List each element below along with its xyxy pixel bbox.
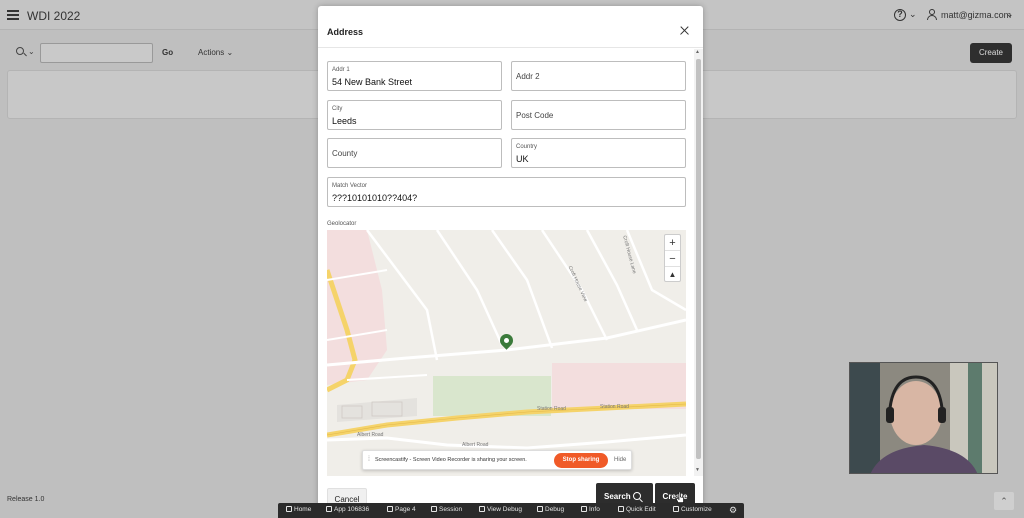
road-label: Station Road [537, 406, 566, 412]
road-label: Station Road [600, 404, 629, 410]
compass-icon[interactable]: ▲ [665, 267, 680, 283]
match-vector-field[interactable]: Match Vector ???10101010??404? [327, 177, 686, 207]
sharing-message: Screencastify - Screen Video Recorder is… [375, 457, 527, 463]
dev-item-label: Home [294, 506, 312, 513]
dev-customize-button[interactable]: Customize [673, 506, 712, 513]
actions-label: Actions [198, 48, 225, 57]
scrollbar-thumb[interactable] [696, 59, 701, 459]
dev-session-button[interactable]: Session [431, 506, 462, 513]
webcam-person-image [850, 363, 997, 473]
dev-item-label: Customize [681, 506, 712, 513]
dev-app-button[interactable]: App 106836 [326, 506, 369, 513]
road-label: Albert Road [462, 442, 489, 448]
dialog-scrollbar[interactable]: ▲ ▼ [694, 49, 703, 476]
country-label: Country [516, 144, 538, 150]
scroll-to-top-button[interactable]: ⌃ [994, 492, 1014, 510]
menu-icon[interactable] [7, 10, 19, 20]
bug-icon [537, 506, 543, 512]
quick-edit-icon [618, 506, 624, 512]
chevron-down-icon[interactable]: ⌄ [28, 47, 35, 56]
chevron-down-icon[interactable]: ⌄ [909, 9, 917, 20]
actions-menu-button[interactable]: Actions ⌄ [198, 48, 233, 57]
hide-button[interactable]: Hide [614, 457, 626, 463]
drag-handle-icon[interactable]: ⁞ [368, 456, 370, 463]
postcode-label: Post Code [516, 111, 554, 120]
city-value: Leeds [332, 116, 357, 126]
dev-item-label: Page 4 [395, 506, 416, 513]
dev-view-debug-button[interactable]: View Debug [479, 506, 522, 513]
stop-sharing-button[interactable]: Stop sharing [554, 453, 608, 468]
county-field[interactable]: County [327, 138, 502, 168]
postcode-field[interactable]: Post Code [511, 100, 686, 130]
addr1-value: 54 New Bank Street [332, 77, 413, 87]
create-button[interactable]: Create [970, 43, 1012, 63]
dev-item-label: App 106836 [334, 506, 370, 513]
dev-quick-edit-button[interactable]: Quick Edit [618, 506, 656, 513]
page-icon [387, 506, 393, 512]
zoom-out-button[interactable]: − [665, 251, 680, 267]
map-zoom-controls: + − ▲ [664, 234, 681, 282]
addr2-field[interactable]: Addr 2 [511, 61, 686, 91]
release-label: Release 1.0 [7, 496, 45, 503]
dev-item-label: View Debug [487, 506, 522, 513]
user-icon[interactable] [927, 9, 937, 21]
session-icon [431, 506, 437, 512]
dev-item-label: Quick Edit [626, 506, 656, 513]
city-field[interactable]: City Leeds [327, 100, 502, 130]
dev-page-button[interactable]: Page 4 [387, 506, 416, 513]
road-label: Albert Road [357, 432, 384, 438]
dev-item-label: Debug [545, 506, 565, 513]
dialog-body: Addr 1 54 New Bank Street Addr 2 City Le… [318, 49, 694, 476]
screencastify-banner: ⁞ Screencastify - Screen Video Recorder … [362, 450, 632, 470]
dialog-header: Address [318, 6, 703, 48]
country-value: UK [516, 154, 529, 164]
search-button-label: Search [604, 492, 631, 501]
match-vector-value: ???10101010??404? [332, 193, 418, 203]
country-field[interactable]: Country UK [511, 138, 686, 168]
app-title[interactable]: WDI 2022 [27, 9, 80, 23]
scroll-up-icon[interactable]: ▲ [695, 49, 700, 55]
view-debug-icon [479, 506, 485, 512]
dev-info-button[interactable]: Info [581, 506, 600, 513]
addr1-field[interactable]: Addr 1 54 New Bank Street [327, 61, 502, 91]
dev-item-label: Info [589, 506, 600, 513]
city-label: City [332, 106, 343, 112]
dev-debug-button[interactable]: Debug [537, 506, 564, 513]
webcam-overlay [849, 362, 998, 474]
gear-icon[interactable]: ⚙ [729, 505, 737, 516]
search-icon [633, 492, 644, 503]
go-button[interactable]: Go [162, 48, 173, 57]
info-icon [581, 506, 587, 512]
hand-cursor-icon [676, 492, 684, 503]
match-vector-label: Match Vector [332, 183, 368, 189]
help-icon[interactable]: ? [894, 9, 906, 21]
user-menu[interactable]: matt@gizma.com [941, 10, 1011, 20]
scroll-down-icon[interactable]: ▼ [695, 467, 700, 473]
geolocator-map[interactable]: Station Road Station Road Albert Road Al… [327, 230, 686, 476]
addr1-label: Addr 1 [332, 67, 350, 73]
address-dialog: Address Addr 1 54 New Bank Street Addr 2… [318, 6, 703, 510]
developer-toolbar: Home App 106836 Page 4 Session View Debu… [278, 503, 744, 518]
close-icon[interactable] [679, 26, 689, 36]
dev-home-button[interactable]: Home [286, 506, 311, 513]
dialog-title: Address [327, 27, 364, 37]
customize-icon [673, 506, 679, 512]
report-search-input[interactable] [40, 43, 153, 63]
dev-item-label: Session [439, 506, 463, 513]
chevron-down-icon[interactable]: ⌄ [1006, 9, 1014, 20]
home-icon [286, 506, 292, 512]
geolocator-label: Geolocator [327, 221, 357, 227]
search-icon[interactable] [16, 47, 27, 57]
zoom-in-button[interactable]: + [665, 235, 680, 251]
county-label: County [332, 149, 358, 158]
addr2-label: Addr 2 [516, 72, 540, 81]
app-icon [326, 506, 332, 512]
